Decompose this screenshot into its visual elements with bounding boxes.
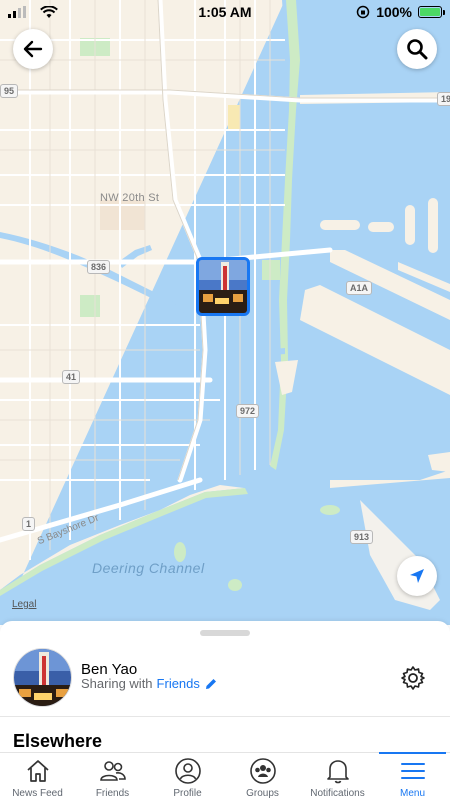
tab-label: Profile xyxy=(173,788,202,799)
search-icon xyxy=(407,39,428,60)
home-icon xyxy=(26,760,49,782)
avatar-photo xyxy=(14,649,71,706)
tab-label: Friends xyxy=(95,788,130,799)
menu-icon xyxy=(400,763,425,779)
avatar[interactable] xyxy=(13,648,72,707)
route-shield: 972 xyxy=(236,404,260,418)
route-shield: 41 xyxy=(62,370,81,384)
pin-photo xyxy=(199,260,247,313)
tab-label: Groups xyxy=(246,788,279,799)
street-label: NW 20th St xyxy=(100,192,160,204)
route-shield: A1A xyxy=(346,281,373,295)
section-title: Elsewhere xyxy=(13,731,103,751)
sharing-prefix: Sharing with xyxy=(81,676,153,691)
sharing-audience-link[interactable]: Friends xyxy=(157,676,200,691)
back-button[interactable] xyxy=(13,29,53,69)
bell-icon xyxy=(326,760,349,784)
legal-link[interactable]: Legal xyxy=(12,599,36,610)
tab-groups[interactable]: Groups xyxy=(225,753,300,800)
arrow-left-icon xyxy=(23,40,43,58)
status-time: 1:05 AM xyxy=(198,4,252,20)
tab-menu[interactable]: Menu xyxy=(375,752,450,800)
divider xyxy=(0,716,450,717)
my-location-button[interactable] xyxy=(397,556,437,596)
route-shield: 1 xyxy=(22,517,36,531)
bottom-tab-bar: News Feed Friends Profile Groups Notific… xyxy=(0,752,450,800)
location-arrow-icon xyxy=(410,569,424,583)
tab-label: Menu xyxy=(399,788,425,799)
settings-button[interactable] xyxy=(398,663,428,693)
route-shield: 195 xyxy=(437,92,450,106)
gear-icon xyxy=(401,666,425,690)
tab-news-feed[interactable]: News Feed xyxy=(0,753,75,800)
tab-label: News Feed xyxy=(12,788,63,799)
tab-label: Notifications xyxy=(310,788,365,799)
pencil-icon[interactable] xyxy=(204,677,218,691)
status-bar: 1:05 AM 100% xyxy=(0,0,450,24)
route-shield: 95 xyxy=(0,84,19,98)
sharing-status: Sharing with Friends xyxy=(81,676,218,691)
map-view[interactable]: NW 20th St S Bayshore Dr Deering Channel… xyxy=(0,0,450,625)
sheet-drag-handle[interactable] xyxy=(200,630,250,636)
groups-icon xyxy=(249,758,276,784)
route-shield: 913 xyxy=(350,530,374,544)
location-sheet[interactable]: Ben Yao Sharing with Friends Elsewhere xyxy=(0,621,450,752)
profile-icon xyxy=(174,758,201,784)
water-label: Deering Channel xyxy=(92,560,205,576)
friends-icon xyxy=(99,761,126,781)
search-button[interactable] xyxy=(397,29,437,69)
route-shield: 836 xyxy=(87,260,111,274)
tab-friends[interactable]: Friends xyxy=(75,753,150,800)
tab-profile[interactable]: Profile xyxy=(150,753,225,800)
battery-icon xyxy=(418,6,445,18)
friend-location-pin[interactable] xyxy=(196,257,250,316)
tab-notifications[interactable]: Notifications xyxy=(300,753,375,800)
